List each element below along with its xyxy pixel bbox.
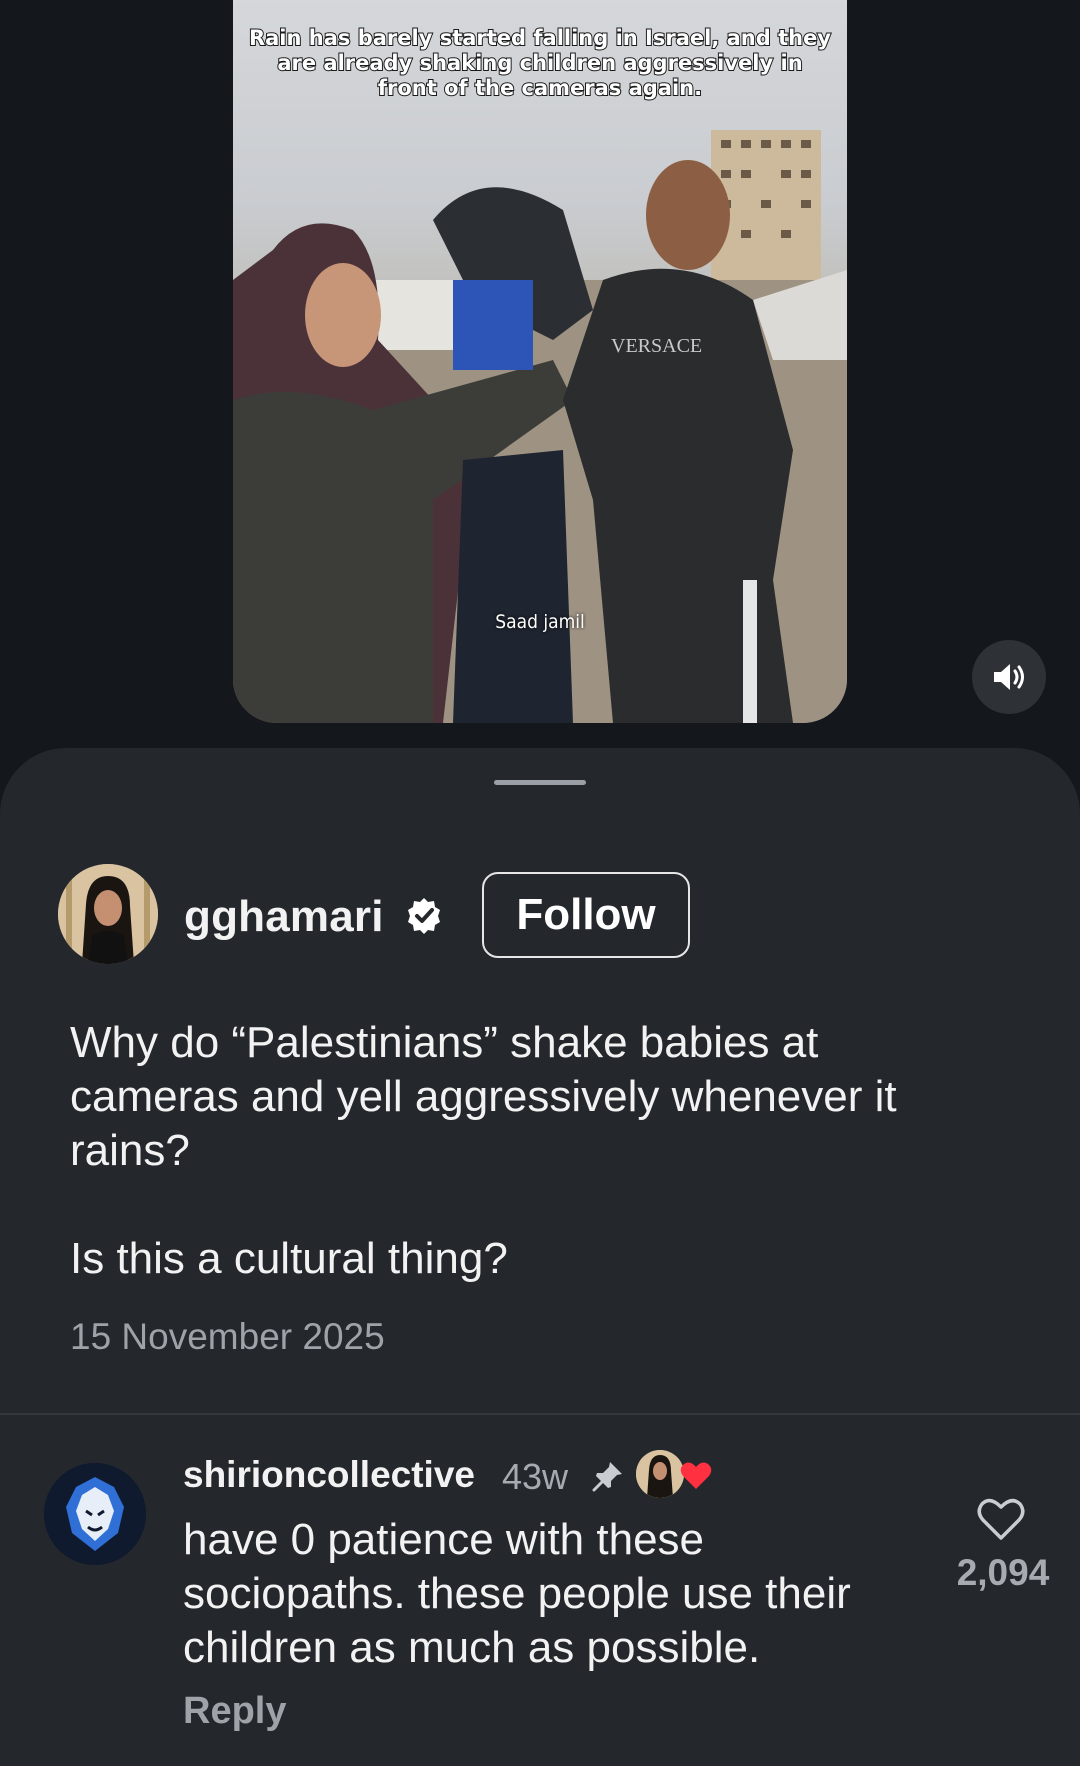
heart-outline-icon[interactable]	[976, 1496, 1026, 1542]
commenter-avatar[interactable]	[44, 1463, 146, 1565]
mini-avatar-portrait	[636, 1450, 684, 1498]
video-watermark: Saad jamil	[495, 611, 585, 633]
speaker-on-icon	[994, 664, 1024, 690]
lion-logo-avatar	[44, 1463, 146, 1565]
video-caption-overlay: Rain has barely started falling in Israe…	[248, 25, 832, 101]
comment-timestamp: 43w	[502, 1456, 569, 1497]
post-author-avatar[interactable]	[58, 864, 158, 964]
post-author-username[interactable]: gghamari	[184, 892, 384, 942]
comment-like-count: 2,094	[956, 1552, 1050, 1593]
video-viewer[interactable]: VERSACE Rain has barely started falling …	[0, 0, 1080, 760]
author-liked-avatar	[636, 1450, 684, 1498]
video-frame[interactable]: VERSACE Rain has barely started falling …	[233, 0, 847, 723]
post-date: 15 November 2025	[70, 1316, 385, 1357]
reply-button[interactable]: Reply	[183, 1690, 286, 1733]
verified-badge-icon	[408, 898, 440, 934]
comment-text: have 0 patience with these sociopaths. t…	[183, 1515, 851, 1672]
pin-icon	[592, 1462, 622, 1492]
follow-button[interactable]: Follow	[482, 872, 690, 958]
commenter-username[interactable]: shirioncollective	[183, 1454, 475, 1496]
sweater-text: VERSACE	[611, 335, 702, 357]
red-heart-icon	[680, 1462, 712, 1489]
post-header: gghamari Follow	[58, 864, 1018, 964]
mute-toggle-button[interactable]	[972, 640, 1046, 714]
post-caption: Why do “Palestinians” shake babies at ca…	[70, 1018, 897, 1283]
divider	[0, 1413, 1080, 1415]
avatar-portrait	[58, 864, 158, 964]
sheet-drag-handle[interactable]	[494, 780, 586, 785]
